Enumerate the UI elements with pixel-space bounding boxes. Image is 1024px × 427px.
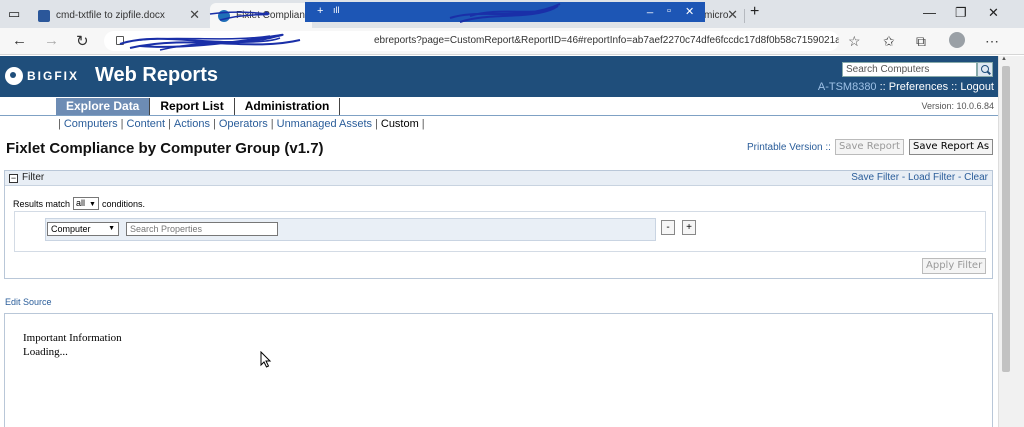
subnav-content[interactable]: Content	[127, 118, 166, 130]
tab-title: cmd-txtfile to zipfile.docx	[56, 10, 165, 21]
tab-report-list[interactable]: Report List	[150, 98, 235, 115]
report-content-frame	[4, 313, 993, 427]
rd-restore-button[interactable]: ▫	[667, 5, 671, 17]
tab-administration[interactable]: Administration	[235, 98, 341, 115]
save-filter-link[interactable]: Save Filter	[851, 172, 899, 183]
tab-close-icon[interactable]: ✕	[727, 7, 738, 23]
favorites-add-icon[interactable]: ☆	[848, 33, 861, 50]
search-icon[interactable]	[977, 62, 993, 77]
forward-icon[interactable]: →	[44, 32, 59, 49]
url-text: ebreports?page=CustomReport&ReportID=46#…	[374, 35, 839, 46]
scrollbar-thumb[interactable]	[1002, 66, 1010, 372]
profile-icon[interactable]	[949, 32, 965, 48]
screen: ▭ cmd-txtfile to zipfile.docx ✕ Fixlet C…	[0, 0, 1024, 427]
back-icon[interactable]: ←	[12, 32, 27, 49]
address-bar[interactable]: ebreports?page=CustomReport&ReportID=46#…	[104, 31, 839, 51]
version-label: Version: 10.0.6.84	[921, 101, 994, 111]
scroll-up-icon[interactable]: ▲	[1001, 56, 1007, 62]
add-condition-button[interactable]: +	[682, 220, 696, 235]
filter-header: − Filter Save Filter - Load Filter - Cle…	[5, 171, 992, 186]
mouse-cursor-icon	[260, 351, 272, 368]
tab-fixlet-compliance[interactable]: Fixlet Complianc	[210, 3, 312, 28]
restore-button[interactable]: ❐	[955, 5, 967, 21]
tab-separator	[744, 9, 745, 23]
app-title: Web Reports	[95, 64, 218, 86]
favorites-icon[interactable]: ✩	[883, 33, 895, 50]
more-icon[interactable]: ⋯	[985, 33, 999, 50]
load-filter-link[interactable]: Load Filter	[908, 172, 955, 183]
tab-other[interactable]: micro ✕	[700, 3, 742, 28]
save-report-button[interactable]: Save Report	[835, 139, 904, 155]
signal-icon: ıll	[333, 5, 340, 15]
username: A-TSM8380	[817, 81, 877, 93]
rd-minimize-button[interactable]: _	[647, 2, 653, 14]
subnav-actions[interactable]: Actions	[174, 118, 210, 130]
remove-condition-button[interactable]: -	[661, 220, 675, 235]
filter-label: Filter	[22, 172, 45, 183]
word-icon	[38, 9, 50, 22]
remote-desktop-bar: + ıll _ ▫ ✕	[305, 2, 705, 22]
tab-docx[interactable]: cmd-txtfile to zipfile.docx ✕	[30, 3, 208, 28]
rd-close-button[interactable]: ✕	[685, 5, 694, 18]
printable-version-link[interactable]: Printable Version ::	[747, 142, 831, 153]
page-title: Fixlet Compliance by Computer Group (v1.…	[6, 140, 324, 157]
sub-nav: | Computers | Content | Actions | Operators | Unm…	[58, 118, 425, 130]
tab-close-icon[interactable]: ✕	[189, 7, 200, 23]
search-computers-input[interactable]: Search Computers	[842, 62, 977, 77]
chevron-down-icon: ▼	[89, 201, 96, 208]
search-properties-input[interactable]: Search Properties	[126, 222, 278, 236]
filter-panel: − Filter Save Filter - Load Filter - Cle…	[4, 170, 993, 279]
brand-name: BIGFIX	[27, 69, 80, 83]
tab-actions-icon[interactable]: ▭	[8, 6, 20, 22]
user-line: A-TSM8380 :: Preferences :: Logout	[817, 81, 994, 93]
logout-link[interactable]: Logout	[960, 81, 994, 93]
bigfix-favicon-icon	[218, 9, 230, 22]
minimize-button[interactable]: —	[923, 5, 936, 20]
tab-title: Fixlet Complianc	[236, 10, 310, 21]
lock-icon[interactable]	[116, 36, 124, 45]
info-title: Important Information	[23, 332, 122, 344]
main-nav: Explore Data Report List Administration	[0, 97, 998, 116]
chevron-down-icon: ▼	[108, 225, 115, 232]
match-select[interactable]: all ▼	[73, 197, 99, 210]
pin-icon[interactable]: +	[317, 5, 323, 17]
apply-filter-button[interactable]: Apply Filter	[922, 258, 987, 274]
clear-filter-link[interactable]: Clear	[964, 172, 988, 183]
tab-title: micro	[704, 10, 729, 21]
edit-source-link[interactable]: Edit Source	[5, 297, 52, 307]
tab-explore-data[interactable]: Explore Data	[56, 98, 151, 115]
browser-toolbar: ← → ↻ ebreports?page=CustomReport&Report…	[0, 28, 1024, 55]
new-tab-button[interactable]: +	[750, 3, 759, 21]
reload-icon[interactable]: ↻	[76, 32, 89, 50]
close-window-button[interactable]: ✕	[988, 5, 999, 21]
subnav-operators[interactable]: Operators	[219, 118, 268, 130]
preferences-link[interactable]: Preferences	[889, 81, 948, 93]
bigfix-logo-icon	[5, 67, 23, 85]
collections-icon[interactable]: ⧉	[916, 33, 926, 50]
subnav-computers[interactable]: Computers	[64, 118, 118, 130]
condition-field-select[interactable]: Computer ▼	[47, 222, 119, 236]
subnav-custom[interactable]: Custom	[381, 118, 419, 130]
collapse-icon[interactable]: −	[9, 174, 18, 183]
filter-links: Save Filter - Load Filter - Clear	[851, 172, 988, 183]
match-row: Results match all ▼ conditions.	[13, 197, 146, 210]
vertical-scrollbar[interactable]: ▲	[998, 56, 1024, 427]
save-report-as-button[interactable]: Save Report As	[909, 139, 994, 155]
loading-text: Loading...	[23, 346, 68, 358]
subnav-unmanaged-assets[interactable]: Unmanaged Assets	[277, 118, 372, 130]
